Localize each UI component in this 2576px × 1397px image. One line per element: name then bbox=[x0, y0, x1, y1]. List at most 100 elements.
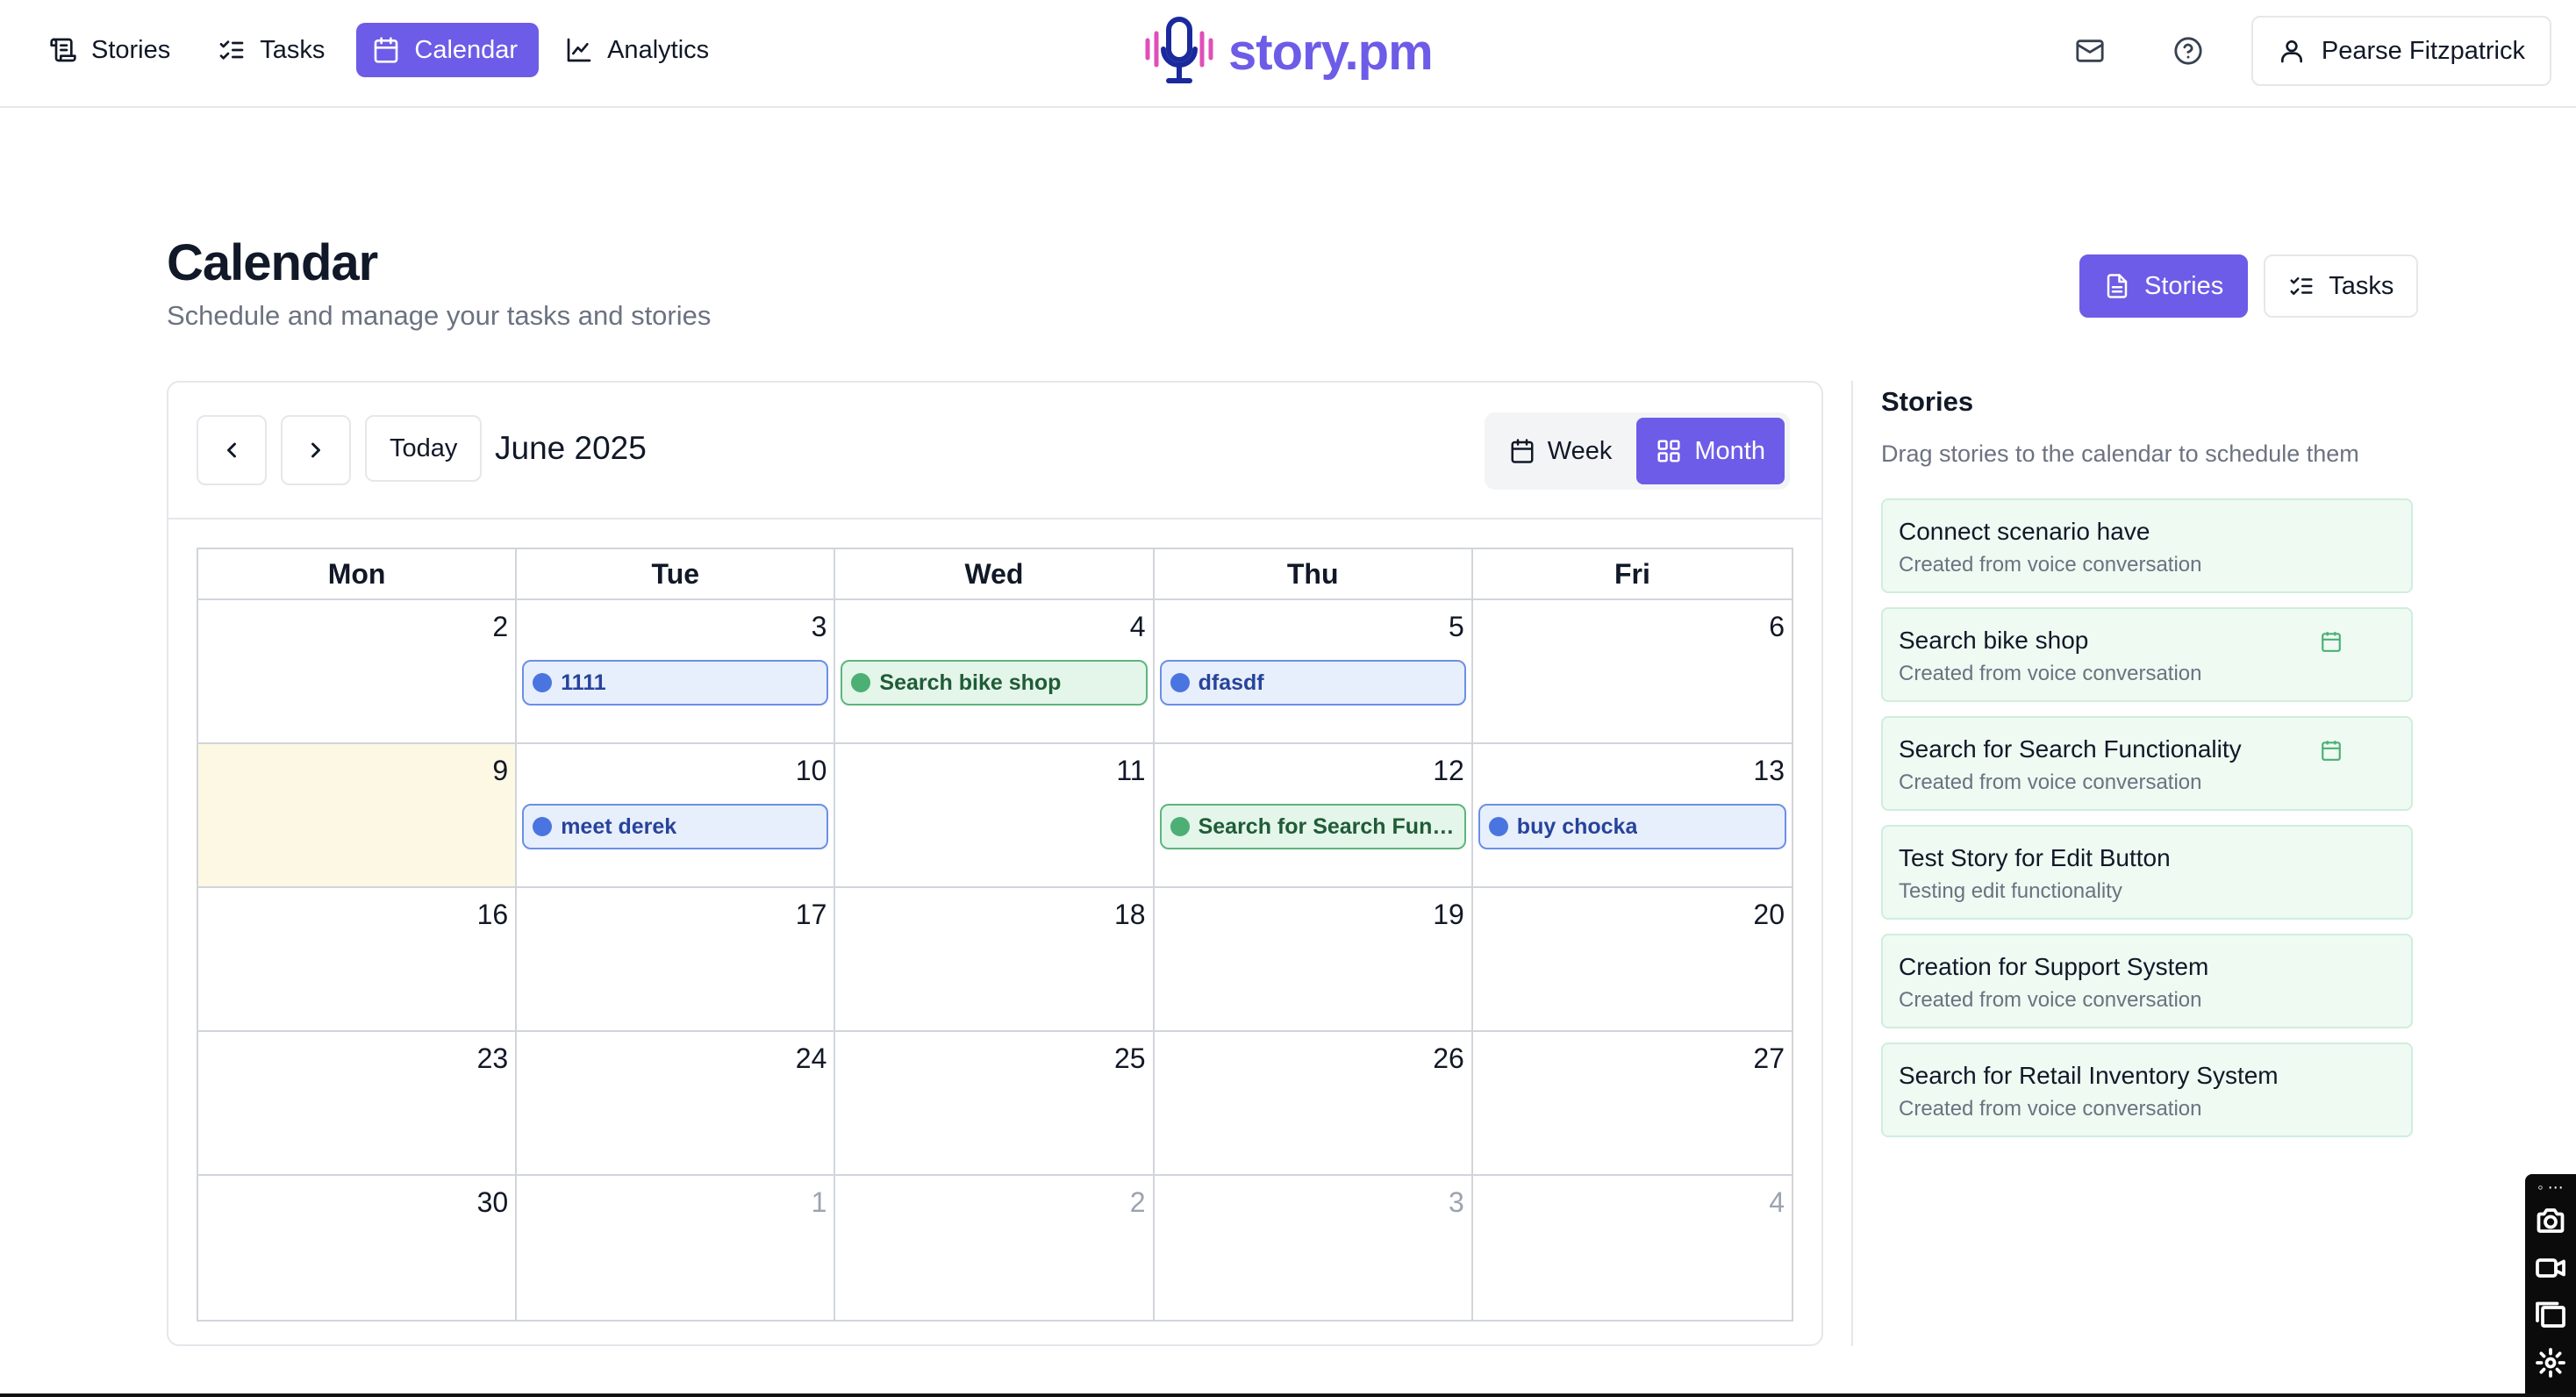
story-card[interactable]: Search bike shop Created from voice conve… bbox=[1881, 607, 2413, 702]
day-number: 16 bbox=[476, 899, 509, 930]
day-number: 13 bbox=[1753, 755, 1785, 786]
mail-icon bbox=[2076, 39, 2104, 62]
story-card[interactable]: Search for Search Functionality Created f… bbox=[1881, 716, 2413, 811]
day-cell[interactable]: 9 bbox=[198, 744, 518, 888]
toggle-stories-button[interactable]: Stories bbox=[2079, 254, 2249, 318]
day-number: 9 bbox=[492, 755, 509, 786]
day-cell[interactable]: 1 bbox=[517, 1176, 836, 1320]
story-title: Connect scenario have bbox=[1899, 518, 2150, 545]
nav-analytics[interactable]: Analytics bbox=[549, 23, 730, 77]
record-video-button[interactable] bbox=[2532, 1250, 2569, 1286]
story-title: Test Story for Edit Button bbox=[1899, 844, 2171, 871]
day-number: 10 bbox=[795, 755, 827, 786]
day-number: 23 bbox=[476, 1042, 509, 1074]
calendar-event[interactable]: Search for Search Func... bbox=[1159, 804, 1466, 849]
prev-month-button[interactable] bbox=[197, 415, 267, 485]
range-toggle: Week Month bbox=[1484, 412, 1790, 490]
microphone-icon bbox=[1145, 17, 1213, 83]
weekday-wed: Wed bbox=[835, 549, 1155, 598]
day-cell[interactable]: 23 bbox=[198, 1032, 518, 1176]
weekday-thu: Thu bbox=[1155, 549, 1473, 598]
day-cell[interactable]: 18 bbox=[835, 888, 1155, 1032]
day-cell[interactable]: 2 bbox=[198, 600, 518, 744]
stories-panel-subtitle: Drag stories to the calendar to schedule… bbox=[1881, 441, 2359, 467]
next-month-button[interactable] bbox=[281, 415, 351, 485]
story-description: Created from voice conversation bbox=[1899, 553, 2202, 577]
month-view-button[interactable]: Month bbox=[1636, 418, 1785, 484]
list-checks-icon bbox=[2290, 277, 2313, 295]
day-cell[interactable]: 19 bbox=[1154, 888, 1473, 1032]
recorder-settings-button[interactable] bbox=[2532, 1344, 2569, 1381]
event-label: buy chocka bbox=[1516, 813, 1638, 839]
calendar-card: Today June 2025 Week Month Mon Tue Wed T… bbox=[167, 381, 1823, 1346]
story-list: Connect scenario have Created from voice … bbox=[1881, 498, 2413, 1137]
day-cell[interactable]: 27 bbox=[1472, 1032, 1792, 1176]
grid-icon bbox=[1657, 440, 1680, 462]
event-status-dot bbox=[851, 673, 871, 692]
day-cell[interactable]: 3 bbox=[1155, 1176, 1473, 1320]
calendar-event[interactable]: dfasdf bbox=[1159, 660, 1466, 706]
page-title: Calendar bbox=[167, 234, 378, 291]
nav-tasks[interactable]: Tasks bbox=[202, 23, 346, 77]
day-cell[interactable]: 5 dfasdf bbox=[1154, 600, 1473, 744]
window-bottom-edge bbox=[0, 1393, 2576, 1397]
day-number: 4 bbox=[1129, 611, 1146, 642]
day-number: 18 bbox=[1114, 899, 1146, 930]
story-card[interactable]: Test Story for Edit Button Testing edit f… bbox=[1881, 825, 2413, 920]
event-status-dot bbox=[533, 673, 553, 692]
recorder-drag-handle[interactable]: ◦ ⋯ bbox=[2532, 1179, 2569, 1195]
screenshot-button[interactable] bbox=[2532, 1202, 2569, 1239]
day-cell[interactable]: 6 bbox=[1472, 600, 1792, 744]
story-card[interactable]: Creation for Support System Created from … bbox=[1881, 934, 2413, 1028]
day-cell[interactable]: 24 bbox=[517, 1032, 836, 1176]
scheduled-calendar-icon bbox=[2320, 630, 2343, 653]
help-button[interactable] bbox=[2153, 16, 2223, 86]
brand-logo[interactable]: story.pm bbox=[1142, 14, 1434, 90]
calendar-event[interactable]: 1111 bbox=[522, 660, 829, 706]
video-icon bbox=[2536, 1258, 2565, 1278]
nav-analytics-label: Analytics bbox=[607, 35, 710, 64]
today-button[interactable]: Today bbox=[365, 415, 483, 482]
event-label: meet derek bbox=[561, 813, 677, 839]
stories-panel-title: Stories bbox=[1881, 386, 1974, 417]
day-cell[interactable]: 12 Search for Search Func... bbox=[1154, 744, 1473, 888]
day-cell[interactable]: 2 bbox=[835, 1176, 1155, 1320]
story-card[interactable]: Connect scenario have Created from voice … bbox=[1881, 498, 2413, 593]
story-card[interactable]: Search for Retail Inventory System Create… bbox=[1881, 1042, 2413, 1137]
toggle-tasks-button[interactable]: Tasks bbox=[2264, 254, 2419, 318]
day-cell[interactable]: 4 Search bike shop bbox=[835, 600, 1155, 744]
day-cell[interactable]: 3 1111 bbox=[517, 600, 836, 744]
day-cell[interactable]: 26 bbox=[1154, 1032, 1473, 1176]
day-cell[interactable]: 11 bbox=[835, 744, 1155, 888]
day-cell[interactable]: 25 bbox=[835, 1032, 1155, 1176]
window-capture-button[interactable] bbox=[2532, 1297, 2569, 1334]
week-view-button[interactable]: Week bbox=[1490, 418, 1632, 484]
inbox-button[interactable] bbox=[2055, 16, 2125, 86]
weekday-fri: Fri bbox=[1614, 557, 1650, 590]
day-cell[interactable]: 30 bbox=[198, 1176, 518, 1320]
day-cell[interactable]: 16 bbox=[198, 888, 518, 1032]
calendar-event[interactable]: meet derek bbox=[522, 804, 829, 849]
story-description: Created from voice conversation bbox=[1899, 770, 2202, 794]
day-cell[interactable]: 10 meet derek bbox=[517, 744, 836, 888]
brand-name: story.pm bbox=[1228, 23, 1434, 81]
day-cell[interactable]: 20 bbox=[1472, 888, 1792, 1032]
top-right-actions: Pearse Fitzpatrick bbox=[2055, 16, 2551, 86]
event-label: Search for Search Func... bbox=[1198, 813, 1456, 839]
calendar-event[interactable]: Search bike shop bbox=[841, 660, 1148, 706]
story-title: Search for Retail Inventory System bbox=[1899, 1062, 2279, 1089]
scroll-icon bbox=[50, 38, 76, 62]
nav-calendar[interactable]: Calendar bbox=[356, 23, 540, 77]
nav-stories[interactable]: Stories bbox=[33, 23, 191, 77]
day-number: 24 bbox=[795, 1042, 827, 1074]
weekday-mon: Mon bbox=[198, 549, 518, 598]
day-cell[interactable]: 17 bbox=[517, 888, 836, 1032]
day-cell[interactable]: 13 buy chocka bbox=[1472, 744, 1792, 888]
day-cell[interactable]: 4 bbox=[1473, 1176, 1792, 1320]
day-number: 4 bbox=[1769, 1186, 1785, 1218]
day-number: 3 bbox=[811, 611, 827, 642]
main-nav: Stories Tasks Calendar Analytics bbox=[33, 23, 730, 77]
gear-icon bbox=[2536, 1348, 2565, 1378]
user-menu-button[interactable]: Pearse Fitzpatrick bbox=[2250, 16, 2551, 86]
calendar-event[interactable]: buy chocka bbox=[1478, 804, 1786, 849]
